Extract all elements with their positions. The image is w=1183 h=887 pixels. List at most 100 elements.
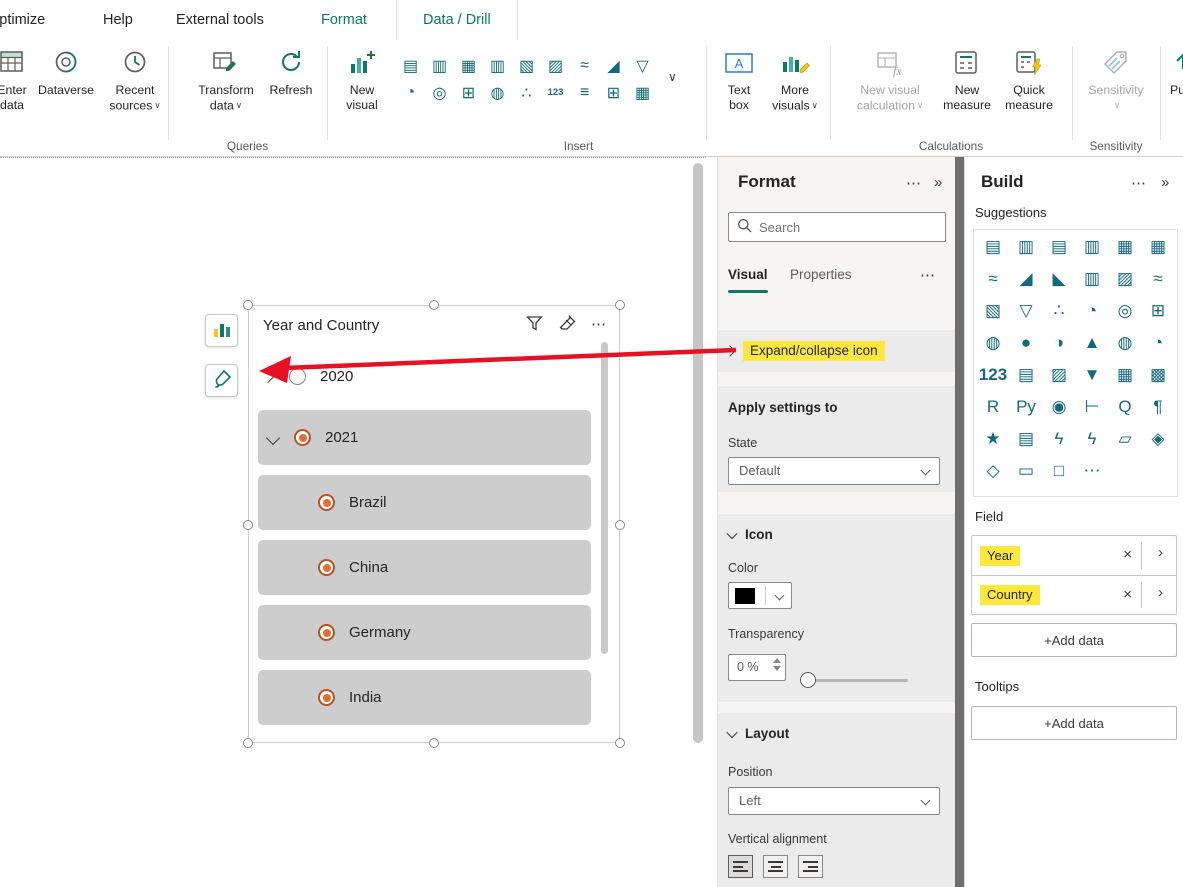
100-stacked-bar-chart[interactable]: ▦ (454, 52, 483, 79)
clustered-column-chart[interactable]: ▥ (425, 52, 454, 79)
100-stacked-column-chart[interactable]: ▦ (1142, 231, 1175, 263)
ribbon-chart[interactable]: ≈ (1142, 263, 1175, 295)
field-row-year[interactable]: Year × › (972, 536, 1176, 575)
matrix[interactable]: ▩ (1142, 359, 1175, 391)
refresh-button[interactable]: Refresh (262, 48, 320, 98)
donut-chart[interactable]: ◎ (425, 79, 454, 106)
slicer-item[interactable]: India (258, 670, 591, 725)
paginated-report[interactable]: ▤ (1010, 423, 1043, 455)
qa-visual[interactable]: Q (1109, 391, 1142, 423)
line-chart[interactable]: ≈ (570, 52, 599, 79)
funnel-chart[interactable]: ▽ (1010, 295, 1043, 327)
resize-handle[interactable] (243, 300, 253, 310)
menu-help[interactable]: Help (103, 0, 133, 40)
slicer-item[interactable]: Brazil (258, 475, 591, 530)
pie-chart[interactable]: ◔ (396, 79, 425, 106)
state-dropdown[interactable]: Default (728, 457, 940, 485)
filled-map[interactable]: ● (1010, 327, 1043, 359)
menu-optimize[interactable]: Optimize (0, 0, 45, 40)
treemap[interactable]: ⊞ (1142, 295, 1175, 327)
funnel-chart[interactable]: ▽ (628, 52, 657, 79)
100-stacked-bar-chart[interactable]: ▦ (1109, 231, 1142, 263)
slicer-item[interactable]: China (258, 540, 591, 595)
format-pane-collapse-icon[interactable]: » (934, 174, 942, 191)
expand-collapse-icon[interactable] (266, 430, 280, 444)
slicer-item[interactable]: 2021 (258, 410, 591, 465)
stacked-column-chart[interactable]: ▥ (483, 52, 512, 79)
build-pane-more-icon[interactable]: ⋯ (1131, 174, 1146, 192)
tab-properties[interactable]: Properties (790, 267, 852, 282)
r-script-visual[interactable]: R (977, 391, 1010, 423)
dataverse-button[interactable]: Dataverse (30, 48, 102, 98)
spinner-down-icon[interactable] (773, 666, 781, 671)
build-pane-collapse-icon[interactable]: » (1161, 174, 1169, 191)
visual-calculation[interactable]: ϟ (1043, 423, 1076, 455)
stacked-area-chart[interactable]: ◣ (1043, 263, 1076, 295)
scorecard[interactable]: ◈ (1142, 423, 1175, 455)
on-object-chart-type-button[interactable] (205, 314, 238, 347)
scatter-chart[interactable]: ∴ (512, 79, 541, 106)
gauge[interactable]: ◔ (1142, 327, 1175, 359)
multi-row-card[interactable]: ≡ (570, 79, 599, 106)
azure-map[interactable]: ▲ (1076, 327, 1109, 359)
key-influencers[interactable]: ◉ (1043, 391, 1076, 423)
gallery-more-chevron-icon[interactable]: ∨ (668, 70, 677, 84)
resize-handle[interactable] (615, 738, 625, 748)
donut-chart[interactable]: ◎ (1109, 295, 1142, 327)
text-slicer[interactable]: ▭ (1010, 455, 1043, 487)
stacked-bar-chart[interactable]: ▤ (977, 231, 1010, 263)
color-picker[interactable] (728, 582, 792, 609)
text-box-button[interactable]: A Text box (716, 48, 762, 113)
accessible-slicer[interactable]: □ (1043, 455, 1076, 487)
tooltips-add-data-button[interactable]: +Add data (971, 706, 1177, 740)
resize-handle[interactable] (429, 738, 439, 748)
resize-handle[interactable] (615, 520, 625, 530)
area-chart[interactable]: ◢ (599, 52, 628, 79)
line-chart[interactable]: ≈ (977, 263, 1010, 295)
icon-card-header[interactable]: Icon (728, 527, 773, 542)
position-dropdown[interactable]: Left (728, 787, 940, 815)
tab-visual[interactable]: Visual (728, 267, 768, 282)
power-automate[interactable]: ϟ (1076, 423, 1109, 455)
more-visuals-button[interactable]: More visuals∨ (766, 48, 824, 114)
table[interactable]: ▦ (1109, 359, 1142, 391)
publish-button[interactable]: Publish (1170, 48, 1183, 98)
align-bottom-button[interactable] (798, 855, 823, 878)
card[interactable]: 123 (541, 79, 570, 106)
menu-external-tools[interactable]: External tools (176, 0, 264, 40)
resize-handle[interactable] (615, 300, 625, 310)
smart-narrative[interactable]: ¶ (1142, 391, 1175, 423)
stacked-bar-chart[interactable]: ▤ (396, 52, 425, 79)
clustered-bar-chart[interactable]: ▤ (1043, 231, 1076, 263)
format-pane-scrollbar[interactable] (955, 157, 964, 887)
treemap[interactable]: ⊞ (454, 79, 483, 106)
field-add-data-button[interactable]: +Add data (971, 623, 1177, 657)
waterfall-chart[interactable]: ▧ (977, 295, 1010, 327)
resize-handle[interactable] (429, 300, 439, 310)
section-chevron-icon[interactable] (724, 345, 735, 356)
color-swatch[interactable] (735, 588, 755, 604)
combo-chart[interactable]: ▨ (541, 52, 570, 79)
on-object-format-button[interactable] (205, 364, 238, 397)
matrix[interactable]: ▦ (628, 79, 657, 106)
metrics[interactable]: ★ (977, 423, 1010, 455)
resize-handle[interactable] (243, 520, 253, 530)
field-row-country[interactable]: Country × › (972, 575, 1176, 614)
button-slicer[interactable]: ◇ (977, 455, 1010, 487)
pie-chart[interactable]: ◔ (1076, 295, 1109, 327)
slicer[interactable]: ▼ (1076, 359, 1109, 391)
format-search-box[interactable] (728, 212, 946, 242)
new-visual-button[interactable]: New visual (336, 48, 388, 113)
menu-data-drill[interactable]: Data / Drill (396, 0, 518, 40)
card[interactable]: 123 (977, 359, 1010, 391)
expand-collapse-section[interactable]: Expand/collapse icon (718, 330, 956, 372)
transparency-slider-track[interactable] (806, 679, 908, 682)
resize-handle[interactable] (243, 738, 253, 748)
report-canvas[interactable]: Year and Country ⋯ 2020 2021 (0, 157, 706, 887)
clustered-column-chart[interactable]: ▥ (1076, 231, 1109, 263)
recent-sources-button[interactable]: Recent sources∨ (100, 48, 170, 114)
transparency-slider-thumb[interactable] (800, 672, 816, 688)
area-chart[interactable]: ◢ (1010, 263, 1043, 295)
line-and-clustered-column-chart[interactable]: ▨ (1109, 263, 1142, 295)
align-middle-button[interactable] (763, 855, 788, 878)
